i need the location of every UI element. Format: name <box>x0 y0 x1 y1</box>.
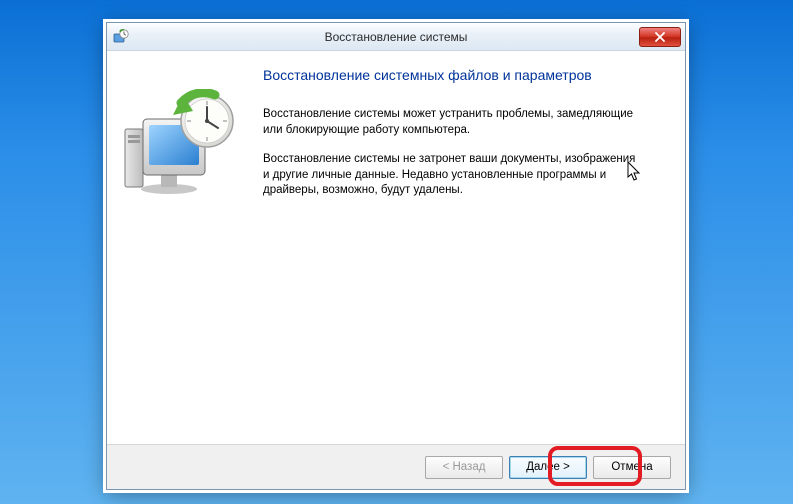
cancel-button[interactable]: Отмена <box>593 456 671 479</box>
page-heading: Восстановление системных файлов и параме… <box>263 67 663 83</box>
cursor-icon <box>627 161 643 183</box>
back-button: < Назад <box>425 456 503 479</box>
dialog-window: Восстановление системы <box>106 22 686 490</box>
description-paragraph-2: Восстановление системы не затронет ваши … <box>263 152 643 199</box>
next-button[interactable]: Далее > <box>509 456 587 479</box>
titlebar: Восстановление системы <box>107 23 685 51</box>
sidebar <box>107 51 257 444</box>
window-title: Восстановление системы <box>107 30 685 44</box>
main-panel: Восстановление системных файлов и параме… <box>257 51 685 444</box>
content-area: Восстановление системных файлов и параме… <box>107 51 685 444</box>
description-paragraph-1: Восстановление системы может устранить п… <box>263 107 643 138</box>
footer: < Назад Далее > Отмена <box>107 445 685 489</box>
system-restore-large-icon <box>121 89 241 199</box>
